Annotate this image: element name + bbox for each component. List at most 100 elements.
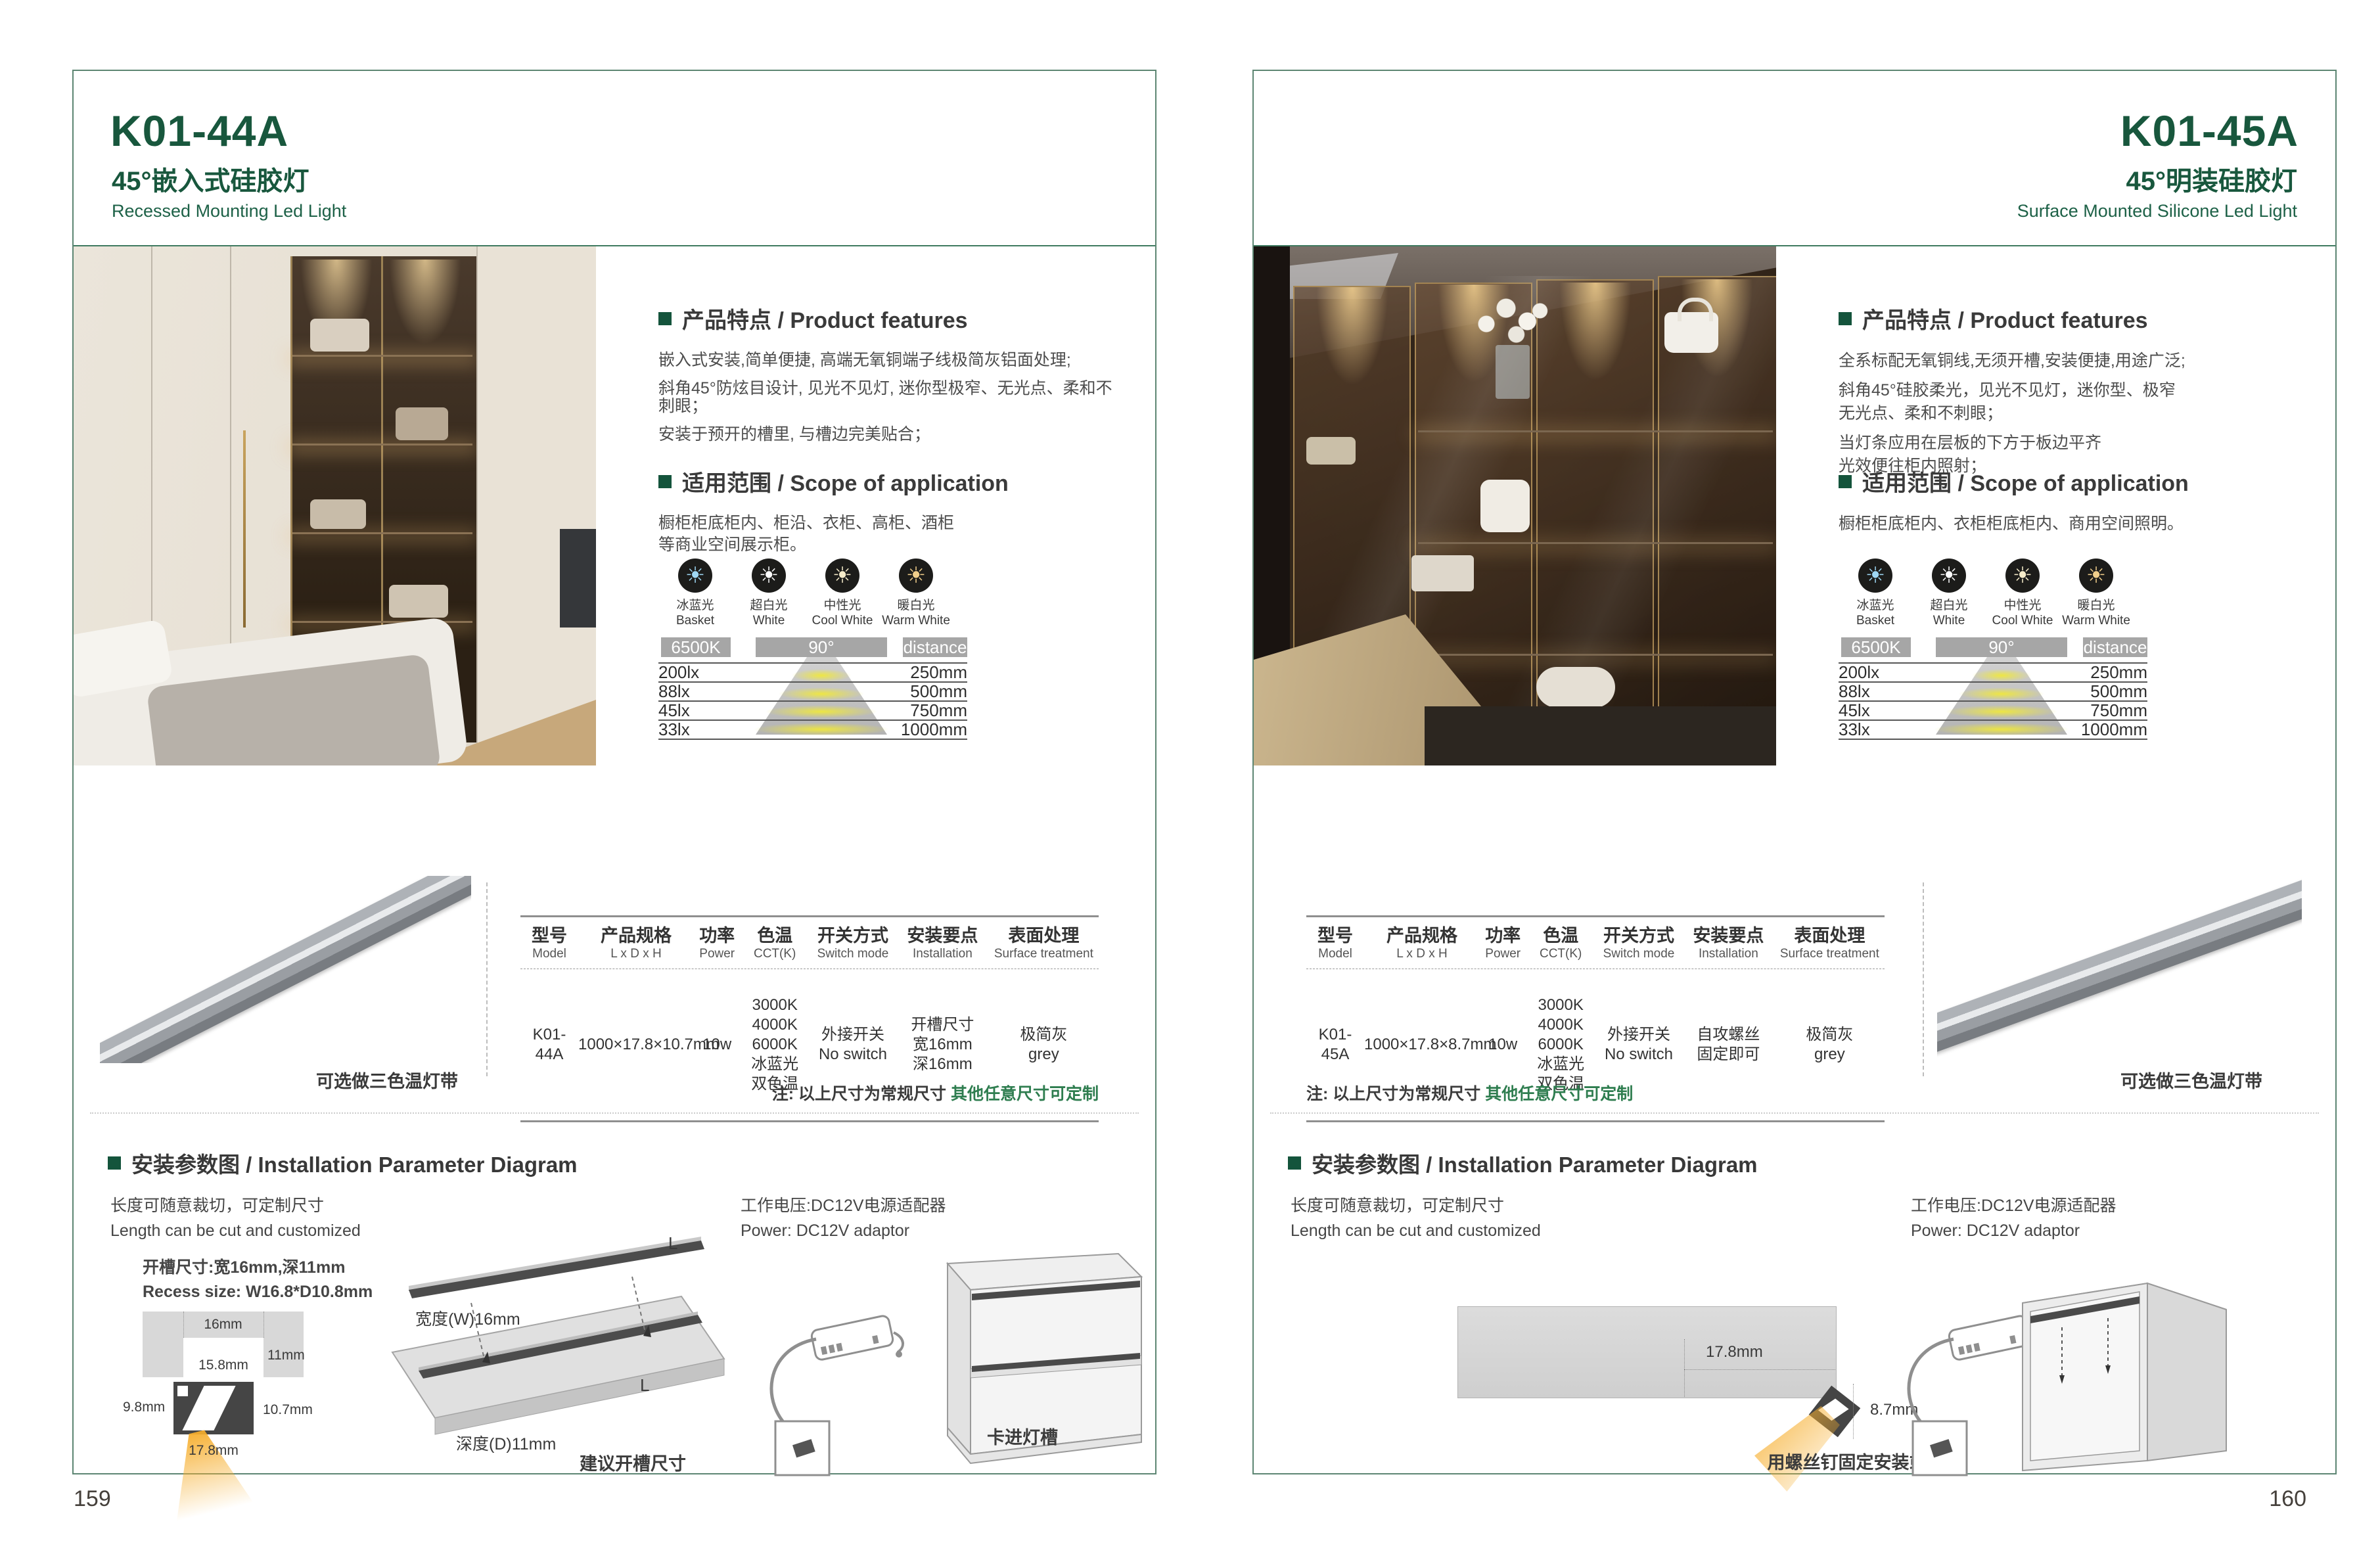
- distance-value: 250mm: [910, 662, 967, 683]
- power-note-en: Power: DC12V adaptor: [741, 1221, 909, 1241]
- sun-glyph: ☀: [1865, 564, 1885, 587]
- photo-clothes-stack: [389, 585, 448, 618]
- sun-glyph: ☀: [2086, 564, 2106, 587]
- photo-shelf: [1418, 654, 1773, 656]
- product-photo: [1254, 246, 1776, 765]
- lux-value: 200lx: [658, 662, 699, 683]
- cct-icon-row: ☀ 冰蓝光 Basket ☀ 超白光 White ☀ 中性光 Cool Whit…: [658, 559, 953, 628]
- cct-icon-warm-white: ☀ 暖白光 Warm White: [879, 559, 953, 628]
- profile-channel: [182, 1386, 235, 1430]
- photo-shelf: [1418, 542, 1773, 544]
- profile-image: [100, 876, 471, 1063]
- photometric-table: 200lx250mm 88lx500mm 45lx750mm 33lx1000m…: [1839, 662, 2147, 740]
- photo-clothes-stack: [396, 407, 448, 440]
- photometric-bar-6500k: 6500K: [661, 637, 731, 657]
- photometric-row: 88lx500mm: [1839, 681, 2147, 700]
- spec-cell-model: K01-44A: [520, 1025, 578, 1064]
- cabinet-diagram: [2009, 1254, 2246, 1471]
- dim-label-15.8mm: 15.8mm: [183, 1358, 263, 1373]
- sun-icon: ☀: [678, 559, 712, 593]
- cct-label-zh: 超白光: [732, 598, 806, 613]
- scope-section-title: 适用范围 / Scope of application: [658, 465, 1118, 497]
- cct-label-en: Cool White: [806, 613, 879, 628]
- spec-cell-install: 开槽尺寸 宽16mm 深16mm: [896, 1015, 989, 1074]
- dim-label-17.8mm: 17.8mm: [1706, 1344, 1763, 1360]
- spec-cell-power: 10w: [694, 1035, 740, 1055]
- lux-value: 45lx: [658, 700, 690, 721]
- photometric-row: 33lx1000mm: [1839, 719, 2147, 740]
- board-length-label: L: [668, 1235, 677, 1251]
- sun-glyph: ☀: [833, 564, 852, 587]
- feature-line: 斜角45°硅胶柔光，见光不见灯，迷你型、极窄: [1839, 381, 2299, 400]
- cct-icon-ice-blue: ☀ 冰蓝光 Basket: [1839, 559, 1912, 628]
- spec-header-cell: 色温CCT(K): [1526, 925, 1595, 962]
- photo-downlight: [389, 260, 461, 345]
- scope-section-title: 适用范围 / Scope of application: [1839, 465, 2299, 497]
- dim-label-10.7mm: 10.7mm: [263, 1402, 313, 1418]
- sun-icon: ☀: [2079, 559, 2113, 593]
- photometric-block: ☀ 冰蓝光 Basket ☀ 超白光 White ☀ 中性光 Cool Whit…: [1839, 559, 2147, 742]
- photo-shelf: [292, 444, 472, 445]
- dim-label-17.8mm: 17.8mm: [173, 1443, 254, 1459]
- cct-label-en: Basket: [658, 613, 732, 628]
- lux-value: 200lx: [1839, 662, 1879, 683]
- suggest-slot-label: 建议开槽尺寸: [580, 1449, 686, 1475]
- feature-line: 无光点、柔和不刺眼；: [1839, 404, 2299, 423]
- installation-section-title: 安装参数图 / Installation Parameter Diagram: [1288, 1147, 1758, 1179]
- profile-caption: 可选做三色温灯带: [100, 1067, 458, 1093]
- spec-cell-cct: 3000K4000K 6000K冰蓝光 双色温: [740, 995, 810, 1094]
- dim-label-11mm: 11mm: [267, 1348, 305, 1363]
- feature-line: 全系标配无氧铜线,无须开槽,安装便捷,用途广泛;: [1839, 352, 2299, 371]
- scope-line: 橱柜柜底柜内、衣柜柜底柜内、商用空间照明。: [1839, 514, 2299, 534]
- catalog-page-159: K01-44A 45°嵌入式硅胶灯 Recessed Mounting Led …: [72, 70, 1156, 1474]
- features-title-text: 产品特点 / Product features: [1862, 302, 2148, 334]
- spec-cell-surface: 极简灰grey: [989, 1025, 1099, 1064]
- profile-cross-section: [173, 1382, 254, 1434]
- aluminum-profile-bar: [100, 876, 471, 1063]
- cut-note-zh: 长度可随意裁切，可定制尺寸: [1291, 1196, 1504, 1216]
- measure-guide: [1684, 1369, 1835, 1370]
- cct-label-en: Warm White: [879, 613, 953, 628]
- distance-value: 1000mm: [2081, 719, 2147, 740]
- spec-header-cell: 功率Power: [694, 925, 740, 962]
- square-bullet-icon: [1839, 312, 1852, 325]
- spec-note: 注: 以上尺寸为常规尺寸 其他任意尺寸可定制: [1306, 1081, 1885, 1105]
- sun-icon: ☀: [899, 559, 933, 593]
- photo-handbag-handle: [1678, 298, 1713, 321]
- distance-value: 500mm: [2090, 681, 2147, 702]
- cct-label-en: Cool White: [1986, 613, 2059, 628]
- photometric-row: 33lx1000mm: [658, 719, 967, 740]
- square-bullet-icon: [108, 1156, 121, 1170]
- spec-cell-cct: 3000K4000K 6000K冰蓝光 双色温: [1526, 995, 1595, 1094]
- product-subtitle-en: Recessed Mounting Led Light: [112, 202, 346, 220]
- spec-header-cell: 产品规格L x D x H: [1364, 925, 1480, 962]
- profile-notch: [177, 1386, 188, 1396]
- spec-header-cell: 安装要点Installation: [1682, 925, 1775, 962]
- board-depth-label: 深度(D)11mm: [456, 1436, 556, 1452]
- photometric-row: 200lx 250mm: [1839, 662, 2147, 681]
- spec-note: 注: 以上尺寸为常规尺寸 其他任意尺寸可定制: [520, 1081, 1099, 1105]
- square-bullet-icon: [1839, 475, 1852, 488]
- product-photo: [74, 246, 596, 765]
- distance-value: 500mm: [910, 681, 967, 702]
- cct-icon-warm-white: ☀ 暖白光 Warm White: [2059, 559, 2133, 628]
- spec-header-cell: 型号Model: [1306, 925, 1364, 962]
- photo-downlight: [1559, 283, 1632, 381]
- installation-section-title: 安装参数图 / Installation Parameter Diagram: [108, 1147, 578, 1179]
- lux-value: 33lx: [658, 719, 690, 740]
- power-note-zh: 工作电压:DC12V电源适配器: [1911, 1196, 2117, 1216]
- features-section-title: 产品特点 / Product features: [658, 302, 1118, 334]
- distance-value: 250mm: [2090, 662, 2147, 683]
- adaptor-diagram: [750, 1287, 908, 1484]
- feature-line: 安装于预开的槽里, 与槽边完美贴合；: [658, 426, 1118, 444]
- spec-header-row: 型号Model 产品规格L x D x H 功率Power 色温CCT(K) 开…: [1306, 915, 1885, 969]
- spec-header-cell: 型号Model: [520, 925, 578, 962]
- spec-header-cell: 产品规格L x D x H: [578, 925, 694, 962]
- sun-glyph: ☀: [759, 564, 779, 587]
- cct-label-zh: 超白光: [1912, 598, 1986, 613]
- scope-line: 橱柜柜底柜内、柜沿、衣柜、高柜、酒柜: [658, 514, 1118, 532]
- features-section-title: 产品特点 / Product features: [1839, 302, 2299, 334]
- dotted-divider: [1270, 1112, 2319, 1114]
- cct-label-zh: 暖白光: [2059, 598, 2133, 613]
- lux-value: 88lx: [658, 681, 690, 702]
